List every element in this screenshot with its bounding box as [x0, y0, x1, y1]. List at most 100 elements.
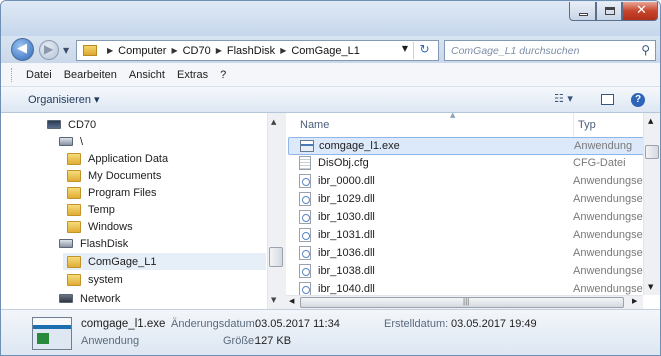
file-list: Name ▲ Typ comgage_l1.exe Anwendung DisO…: [286, 113, 660, 309]
tree-label: system: [88, 273, 123, 286]
file-name: ibr_1040.dll: [318, 283, 375, 295]
tree-item-windows[interactable]: Windows: [67, 218, 133, 235]
dll-file-icon: [299, 282, 311, 296]
sort-ascending-icon: ▲: [450, 113, 456, 119]
tree-item-system[interactable]: system: [67, 271, 123, 288]
tree-label: Program Files: [88, 186, 157, 199]
address-dropdown-icon[interactable]: ▼: [402, 44, 408, 53]
file-type: Anwendungser: [573, 247, 645, 259]
scroll-down-icon[interactable]: ▼: [271, 296, 276, 304]
title-bar[interactable]: ✕: [1, 1, 660, 36]
menu-extras[interactable]: Extras: [177, 69, 208, 81]
scroll-up-icon[interactable]: ▲: [648, 117, 653, 125]
maximize-button[interactable]: [596, 2, 622, 21]
menu-bearbeiten[interactable]: Bearbeiten: [64, 69, 117, 81]
breadcrumb-comgage[interactable]: ComGage_L1: [291, 45, 360, 57]
organize-button[interactable]: Organisieren ▾: [28, 93, 100, 106]
dll-file-icon: [299, 264, 311, 278]
scroll-up-icon[interactable]: ▲: [271, 118, 276, 126]
details-filename: comgage_l1.exe: [81, 318, 166, 330]
menu-grip: [11, 67, 14, 82]
recent-pages-dropdown-icon[interactable]: ▼: [63, 46, 69, 55]
breadcrumb-separator-icon[interactable]: ▶: [107, 46, 113, 55]
tree-label: ComGage_L1: [88, 255, 157, 268]
file-row-comgage-exe[interactable]: comgage_l1.exe Anwendung: [288, 137, 645, 155]
file-row[interactable]: ibr_0000.dll Anwendungser: [288, 173, 645, 191]
tree-label: My Documents: [88, 169, 162, 182]
minimize-button[interactable]: [569, 2, 596, 21]
breadcrumb-separator-icon[interactable]: ▶: [171, 46, 177, 55]
menu-help[interactable]: ?: [220, 69, 226, 81]
tree-item-root[interactable]: \: [59, 133, 83, 150]
scroll-thumb[interactable]: |||: [300, 297, 624, 308]
help-icon[interactable]: ?: [631, 93, 645, 107]
search-icon[interactable]: ⚲: [641, 43, 650, 57]
dll-file-icon: [299, 228, 311, 242]
tree-item-program-files[interactable]: Program Files: [67, 184, 156, 201]
folder-icon: [67, 203, 81, 216]
file-type: Anwendungser: [573, 229, 645, 241]
thumb-grip-icon: |||: [463, 297, 470, 306]
file-list-horizontal-scrollbar[interactable]: ◀ ||| ▶: [286, 295, 643, 309]
scroll-thumb[interactable]: [645, 145, 659, 159]
details-modified-label: Änderungsdatum:: [171, 318, 258, 330]
folder-icon: [67, 186, 81, 199]
application-icon: [32, 317, 72, 350]
breadcrumb-computer[interactable]: Computer: [118, 45, 166, 57]
file-list-vertical-scrollbar[interactable]: ▲ ▼: [643, 113, 660, 295]
file-type: Anwendungser: [573, 211, 645, 223]
file-type: Anwendung: [574, 140, 633, 152]
file-row[interactable]: ibr_1030.dll Anwendungser: [288, 209, 645, 227]
menu-ansicht[interactable]: Ansicht: [129, 69, 165, 81]
nav-scrollbar[interactable]: ▲ ▼: [267, 113, 284, 309]
breadcrumb-cd70[interactable]: CD70: [183, 45, 211, 57]
breadcrumb-separator-icon[interactable]: ▶: [216, 46, 222, 55]
scroll-thumb[interactable]: [269, 247, 283, 267]
breadcrumb-flashdisk[interactable]: FlashDisk: [227, 45, 275, 57]
file-type: Anwendungser: [573, 175, 645, 187]
navigation-bar: ◀ ▶ ▼ ▶ Computer ▶ CD70 ▶ FlashDisk ▶ Co…: [1, 36, 660, 63]
file-row[interactable]: ibr_1029.dll Anwendungser: [288, 191, 645, 209]
file-name: ibr_1038.dll: [318, 265, 375, 277]
network-drive-icon: [59, 294, 73, 303]
column-header-name[interactable]: Name ▲: [300, 113, 455, 137]
scroll-right-icon[interactable]: ▶: [632, 297, 637, 305]
breadcrumb-separator-icon[interactable]: ▶: [280, 46, 286, 55]
file-row[interactable]: DisObj.cfg CFG-Datei: [288, 155, 645, 173]
tree-item-temp[interactable]: Temp: [67, 201, 115, 218]
file-type: Anwendungser: [573, 265, 645, 277]
tree-item-network[interactable]: Network: [59, 290, 120, 307]
back-button[interactable]: ◀: [11, 38, 34, 61]
file-row[interactable]: ibr_1036.dll Anwendungser: [288, 245, 645, 263]
details-size-label: Größe:: [223, 335, 258, 347]
file-row[interactable]: ibr_1038.dll Anwendungser: [288, 263, 645, 281]
details-type: Anwendung: [81, 335, 140, 347]
tree-item-flashdisk[interactable]: FlashDisk: [59, 235, 128, 252]
search-placeholder: ComGage_L1 durchsuchen: [451, 45, 580, 57]
close-button[interactable]: ✕: [622, 2, 658, 21]
tree-item-comgage[interactable]: ComGage_L1: [63, 253, 266, 270]
tree-label: \: [80, 135, 84, 148]
file-name: comgage_l1.exe: [319, 140, 400, 152]
dll-file-icon: [299, 192, 311, 206]
address-bar[interactable]: ▶ Computer ▶ CD70 ▶ FlashDisk ▶ ComGage_…: [76, 40, 439, 61]
details-pane: comgage_l1.exe Änderungsdatum: 03.05.201…: [1, 309, 660, 355]
scroll-left-icon[interactable]: ◀: [289, 297, 294, 305]
device-icon: [47, 120, 61, 129]
preview-pane-icon[interactable]: [601, 94, 614, 105]
cfg-file-icon: [299, 156, 311, 170]
file-name: ibr_1036.dll: [318, 247, 375, 259]
refresh-icon[interactable]: ↻: [413, 42, 435, 59]
scroll-down-icon[interactable]: ▼: [648, 283, 653, 291]
menu-datei[interactable]: Datei: [26, 69, 52, 81]
tree-item-cd70[interactable]: CD70: [47, 116, 96, 133]
tree-item-my-documents[interactable]: My Documents: [67, 167, 161, 184]
dll-file-icon: [299, 246, 311, 260]
change-view-icon[interactable]: ☷ ▾: [554, 92, 573, 105]
file-type: Anwendungser: [573, 283, 645, 295]
search-input[interactable]: ComGage_L1 durchsuchen ⚲: [444, 40, 656, 61]
tree-item-application-data[interactable]: Application Data: [67, 150, 168, 167]
file-row[interactable]: ibr_1031.dll Anwendungser: [288, 227, 645, 245]
forward-button[interactable]: ▶: [39, 40, 59, 60]
forward-arrow-icon: ▶: [44, 42, 54, 56]
